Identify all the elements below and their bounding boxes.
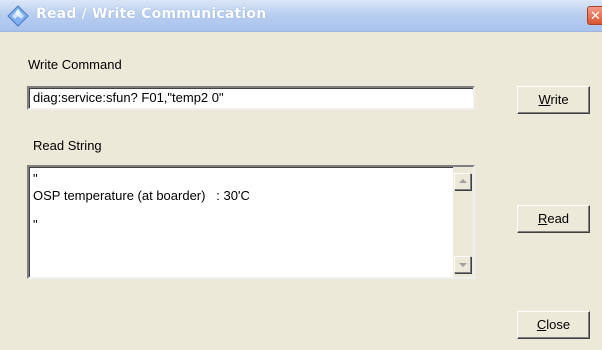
scroll-up-button[interactable] xyxy=(454,173,471,190)
close-button[interactable]: Close xyxy=(517,311,590,339)
window-title: Read / Write Communication xyxy=(36,6,267,22)
scroll-down-button[interactable] xyxy=(454,256,471,273)
read-line: OSP temperature (at boarder) : 30'C xyxy=(33,188,250,203)
write-command-label: Write Command xyxy=(28,57,122,72)
write-button[interactable]: Write xyxy=(517,86,590,114)
close-window-button[interactable]: ✕ xyxy=(587,6,602,25)
diamond-app-icon xyxy=(7,5,29,27)
write-command-input[interactable]: diag:service:sfun? F01,"temp2 0" xyxy=(27,86,475,110)
title-bar[interactable]: Read / Write Communication ✕ xyxy=(0,0,602,32)
arrow-up-icon xyxy=(459,179,467,183)
read-line: " xyxy=(33,217,38,232)
read-button[interactable]: Read xyxy=(517,205,590,233)
write-button-mnemonic: W xyxy=(538,92,551,107)
close-icon: ✕ xyxy=(590,8,601,23)
close-button-label: lose xyxy=(546,317,571,332)
vertical-scrollbar[interactable] xyxy=(453,167,473,277)
read-string-label: Read String xyxy=(33,138,102,153)
read-string-textarea[interactable]: " OSP temperature (at boarder) : 30'C " xyxy=(27,165,475,279)
write-button-label: rite xyxy=(550,92,569,107)
arrow-down-icon xyxy=(459,263,467,267)
read-button-mnemonic: R xyxy=(537,211,548,226)
read-button-label: ead xyxy=(547,211,570,226)
close-button-mnemonic: C xyxy=(536,317,547,332)
read-line: " xyxy=(33,171,38,186)
